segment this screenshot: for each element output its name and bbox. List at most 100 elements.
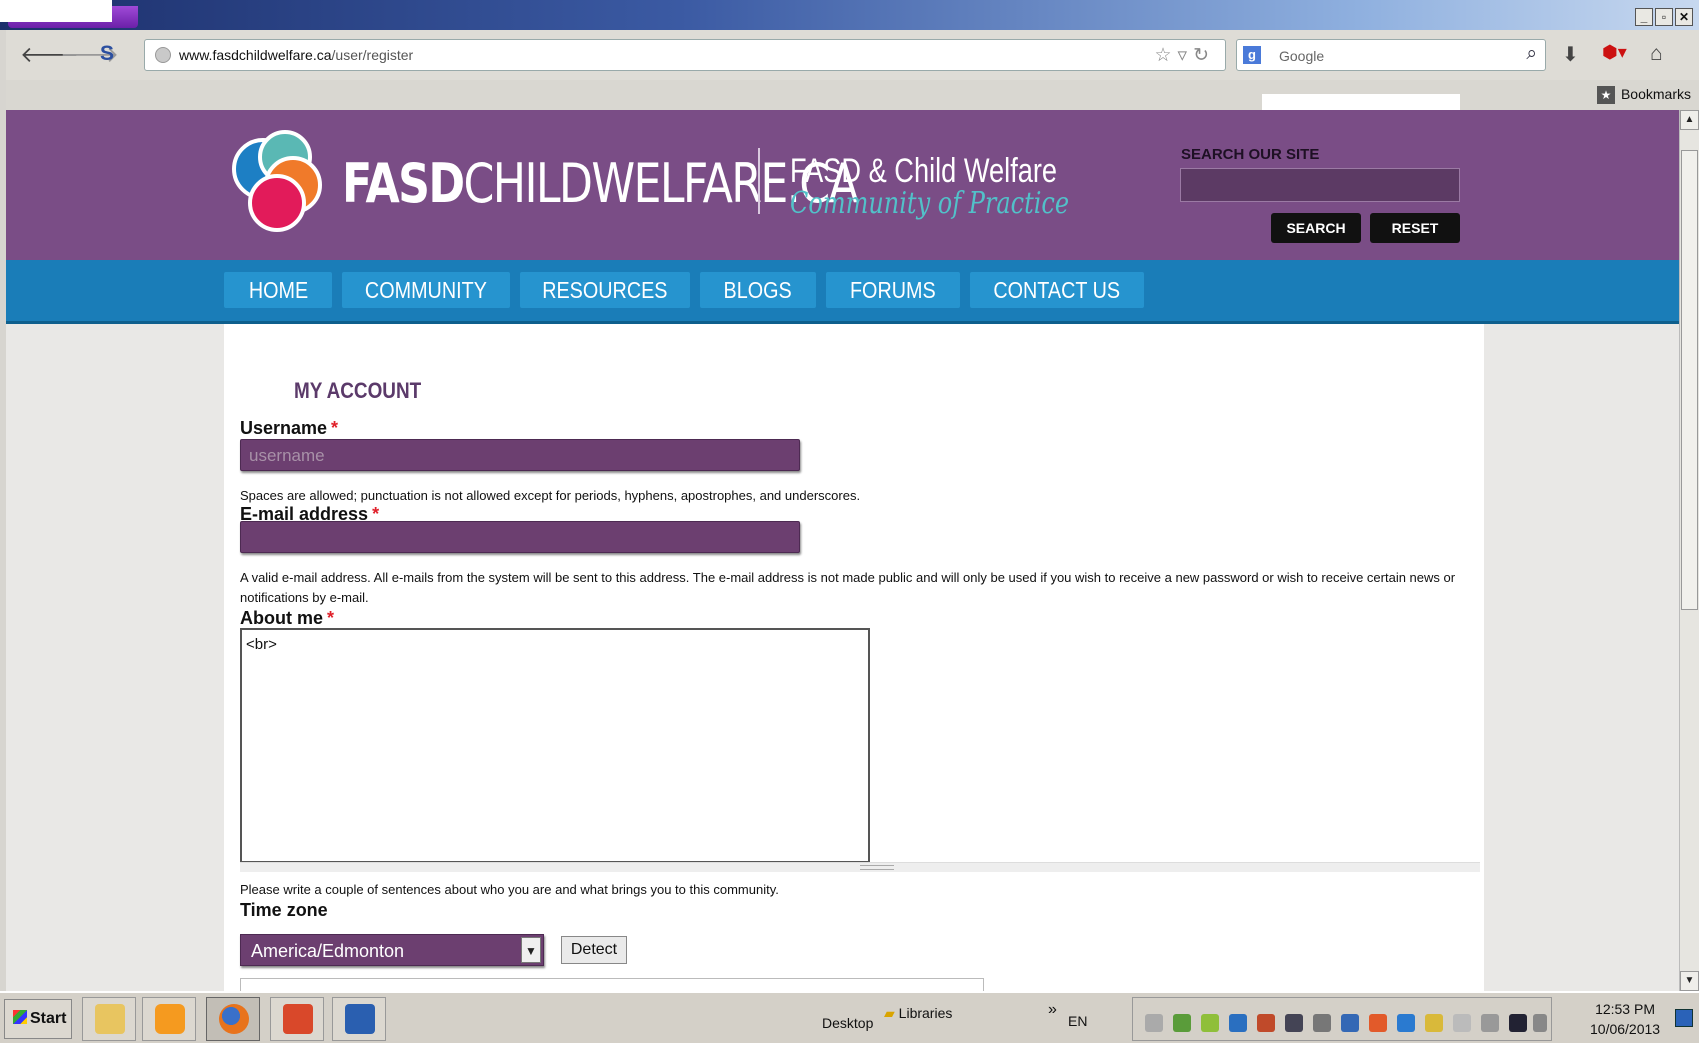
- page-title: MY ACCOUNT: [294, 378, 422, 403]
- address-bar[interactable]: www.fasdchildwelfare.ca/user/register ☆▿…: [144, 39, 1226, 71]
- menu-home-label: HOME: [248, 277, 308, 303]
- site-tagline-secondary: Community of Practice: [790, 186, 1070, 221]
- windows-flag-icon: [13, 1010, 27, 1024]
- taskbar-powerpoint[interactable]: [270, 997, 324, 1041]
- download-arrow-icon[interactable]: ⬇: [1562, 42, 1579, 67]
- system-tray: [1132, 997, 1552, 1041]
- toolbar-chevron[interactable]: »: [1048, 1001, 1057, 1019]
- clock-time: 12:53 PM: [1595, 1001, 1655, 1017]
- site-search-button[interactable]: SEARCH: [1271, 213, 1361, 243]
- bluetooth-icon[interactable]: [1313, 1014, 1331, 1032]
- adblock-icon[interactable]: ⬢▾: [1602, 42, 1627, 63]
- menu-forums-label: FORUMS: [850, 277, 936, 303]
- display-icon[interactable]: [1285, 1014, 1303, 1032]
- taskbar-media-player[interactable]: [142, 997, 196, 1041]
- folder-icon: [95, 1004, 125, 1034]
- about-me-label: About me *: [240, 608, 334, 629]
- keyboard-icon[interactable]: [1145, 1014, 1163, 1032]
- content-panel: MY ACCOUNT Username * username Spaces are…: [224, 324, 1484, 991]
- scroll-up-icon[interactable]: ▲: [1680, 110, 1699, 130]
- signal-icon[interactable]: [1533, 1014, 1547, 1032]
- main-menu: HOME COMMUNITY RESOURCES BLOGS FORUMS CO…: [6, 260, 1679, 324]
- volume-icon[interactable]: [1257, 1014, 1275, 1032]
- monitor-icon[interactable]: [1509, 1014, 1527, 1032]
- scroll-down-icon[interactable]: ▼: [1680, 971, 1699, 991]
- close-window-button[interactable]: ✕: [1675, 8, 1693, 26]
- home-icon[interactable]: ⌂: [1650, 42, 1663, 66]
- language-indicator[interactable]: EN: [1068, 1013, 1087, 1029]
- time-zone-label: Time zone: [240, 900, 328, 920]
- textarea-resize-grip[interactable]: [240, 862, 1480, 872]
- globe-icon: [155, 47, 171, 63]
- menu-resources-label: RESOURCES: [542, 277, 668, 303]
- show-desktop-icon[interactable]: [1675, 1009, 1693, 1027]
- menu-contact-us[interactable]: CONTACT US: [970, 272, 1144, 308]
- start-button[interactable]: Start: [4, 999, 72, 1039]
- required-marker: *: [327, 608, 335, 628]
- sync-icon[interactable]: [1397, 1014, 1415, 1032]
- email-help: A valid e-mail address. All e-mails from…: [240, 570, 1456, 605]
- taskbar-explorer[interactable]: [82, 997, 136, 1041]
- header-divider: [758, 148, 760, 214]
- start-label: Start: [30, 1010, 67, 1027]
- site-logo-icon[interactable]: [224, 128, 334, 238]
- update-icon[interactable]: [1201, 1014, 1219, 1032]
- sync-s-icon[interactable]: S: [100, 42, 114, 66]
- username-help: Spaces are allowed; punctuation is not a…: [240, 488, 861, 503]
- search-engine-placeholder: Google: [1279, 48, 1325, 64]
- titlebar-blank-area: [0, 0, 112, 22]
- about-me-textarea[interactable]: <br>: [240, 628, 870, 862]
- menu-forums[interactable]: FORUMS: [826, 272, 960, 308]
- site-search-input[interactable]: [1180, 168, 1460, 202]
- vertical-scrollbar[interactable]: ▲ ▼: [1679, 110, 1699, 991]
- security-icon[interactable]: [1173, 1014, 1191, 1032]
- device-icon[interactable]: [1341, 1014, 1359, 1032]
- username-placeholder: username: [249, 446, 325, 465]
- site-search-label: SEARCH OUR SITE: [1181, 146, 1320, 163]
- magnifier-icon[interactable]: ⌕: [1526, 43, 1537, 65]
- about-me-label-text: About me: [240, 608, 323, 628]
- taskbar-word[interactable]: [332, 997, 386, 1041]
- time-zone-select[interactable]: America/Edmonton ▼: [240, 934, 544, 966]
- google-engine-icon[interactable]: g: [1243, 46, 1261, 64]
- username-label-text: Username: [240, 418, 328, 438]
- menu-blogs-label: BLOGS: [723, 277, 793, 303]
- browser-search-box[interactable]: g Google ⌕: [1236, 39, 1546, 71]
- desktop-toolbar-label[interactable]: Desktop: [822, 1015, 873, 1031]
- bookmark-star-icon[interactable]: ☆▿↻: [1155, 44, 1216, 67]
- site-reset-button[interactable]: RESET: [1370, 213, 1460, 243]
- menu-blogs[interactable]: BLOGS: [700, 272, 816, 308]
- flag-icon[interactable]: [1453, 1014, 1471, 1032]
- battery-icon[interactable]: [1481, 1014, 1499, 1032]
- windows-taskbar: Start Desktop ▰ Libraries » EN 12:53 PM …: [0, 991, 1699, 1043]
- url-host: www.fasdchildwelfare.ca: [179, 47, 332, 63]
- site-name[interactable]: FASDCHILDWELFARE.CA: [342, 152, 859, 215]
- email-input[interactable]: [240, 521, 800, 553]
- minimize-button[interactable]: _: [1635, 8, 1653, 26]
- dropdown-arrow-icon[interactable]: ▼: [521, 937, 541, 963]
- libraries-label: Libraries: [898, 1005, 953, 1021]
- notification-icon[interactable]: [1425, 1014, 1443, 1032]
- navigation-toolbar: 🡐 🡒 S www.fasdchildwelfare.ca/user/regis…: [6, 30, 1699, 80]
- restore-button[interactable]: ▫: [1655, 8, 1673, 26]
- bookmarks-menu[interactable]: ★ Bookmarks: [1596, 86, 1691, 104]
- taskbar-firefox[interactable]: [206, 997, 260, 1041]
- app-icon[interactable]: [1369, 1014, 1387, 1032]
- network-icon[interactable]: [1229, 1014, 1247, 1032]
- username-label: Username *: [240, 418, 338, 439]
- menu-community[interactable]: COMMUNITY: [342, 272, 510, 308]
- detect-button[interactable]: Detect: [561, 936, 627, 964]
- window-titlebar: _ ▫ ✕: [0, 0, 1699, 30]
- libraries-toolbar-item[interactable]: ▰ Libraries: [884, 1005, 952, 1022]
- menu-contact-us-label: CONTACT US: [993, 277, 1121, 303]
- powerpoint-icon: [283, 1004, 313, 1034]
- about-me-help: Please write a couple of sentences about…: [240, 882, 779, 897]
- scroll-thumb[interactable]: [1681, 150, 1698, 610]
- menu-resources[interactable]: RESOURCES: [520, 272, 690, 308]
- username-input[interactable]: username: [240, 439, 800, 471]
- page-viewport: FASDCHILDWELFARE.CA FASD & Child Welfare…: [6, 110, 1679, 991]
- menu-home[interactable]: HOME: [224, 272, 332, 308]
- system-clock[interactable]: 12:53 PM 10/06/2013: [1590, 999, 1660, 1039]
- bookmarks-label: Bookmarks: [1620, 86, 1691, 102]
- grip-lines: [860, 865, 894, 870]
